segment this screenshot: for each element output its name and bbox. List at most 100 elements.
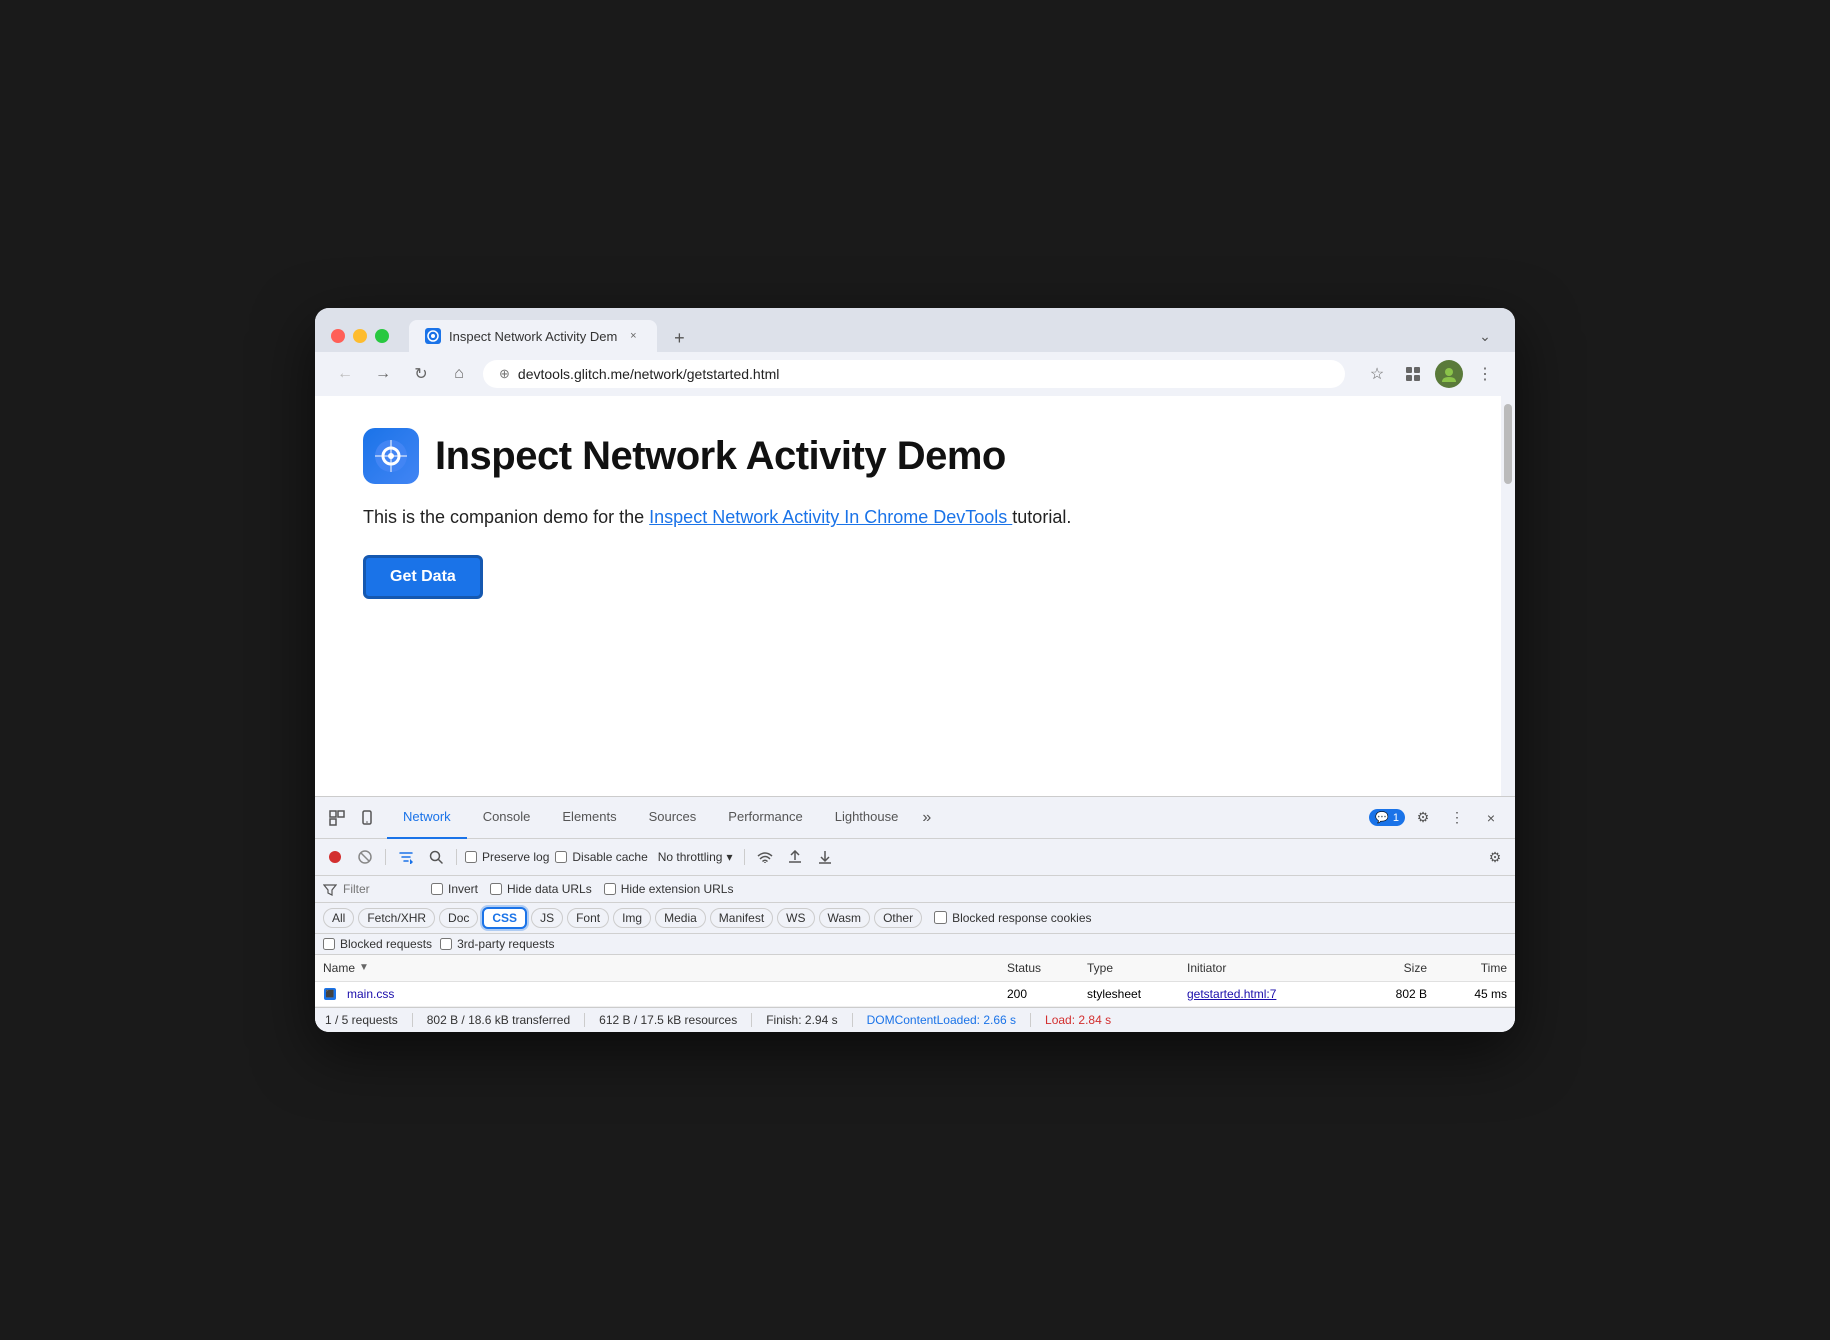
filter-input-area bbox=[323, 881, 423, 897]
col-header-initiator[interactable]: Initiator bbox=[1187, 961, 1347, 975]
blocked-requests-checkbox[interactable]: Blocked requests bbox=[323, 937, 432, 951]
wifi-icon-btn[interactable] bbox=[753, 845, 777, 869]
content-area: Inspect Network Activity Demo This is th… bbox=[315, 396, 1515, 796]
browser-window: Inspect Network Activity Dem × + ⌄ ← → ↻… bbox=[315, 308, 1515, 1032]
col-header-status[interactable]: Status bbox=[1007, 961, 1087, 975]
table-row[interactable]: ⬛ main.css 200 stylesheet getstarted.htm… bbox=[315, 982, 1515, 1007]
url-text: devtools.glitch.me/network/getstarted.ht… bbox=[518, 366, 1329, 382]
active-tab[interactable]: Inspect Network Activity Dem × bbox=[409, 320, 657, 352]
tab-lighthouse[interactable]: Lighthouse bbox=[819, 797, 915, 839]
tab-sources[interactable]: Sources bbox=[633, 797, 713, 839]
site-icon bbox=[363, 428, 419, 484]
status-load: Load: 2.84 s bbox=[1031, 1013, 1125, 1027]
third-party-requests-checkbox[interactable]: 3rd-party requests bbox=[440, 937, 554, 951]
record-btn[interactable] bbox=[323, 845, 347, 869]
search-btn[interactable] bbox=[424, 845, 448, 869]
back-btn[interactable]: ← bbox=[331, 360, 359, 388]
profile-avatar[interactable] bbox=[1435, 360, 1463, 388]
filter-funnel-icon bbox=[323, 881, 337, 897]
forward-btn[interactable]: → bbox=[369, 360, 397, 388]
col-header-name[interactable]: Name ▼ bbox=[323, 961, 1007, 975]
filter-js[interactable]: JS bbox=[531, 908, 563, 928]
scrollbar-thumb[interactable] bbox=[1504, 404, 1512, 484]
col-header-size[interactable]: Size bbox=[1347, 961, 1427, 975]
scrollbar[interactable] bbox=[1501, 396, 1515, 796]
download-btn[interactable] bbox=[813, 845, 837, 869]
disable-cache-checkbox[interactable]: Disable cache bbox=[555, 850, 647, 864]
devtools-panel: Network Console Elements Sources Perform… bbox=[315, 796, 1515, 1032]
row-type: stylesheet bbox=[1087, 987, 1187, 1001]
filter-toggle-btn[interactable] bbox=[394, 845, 418, 869]
devtools-more-btn[interactable]: ⋮ bbox=[1443, 804, 1471, 832]
filter-all[interactable]: All bbox=[323, 908, 354, 928]
devtools-close-btn[interactable]: × bbox=[1477, 804, 1505, 832]
get-data-button[interactable]: Get Data bbox=[363, 555, 483, 599]
clear-btn[interactable] bbox=[353, 845, 377, 869]
devtools-settings-btn[interactable]: ⚙ bbox=[1409, 804, 1437, 832]
filter-media[interactable]: Media bbox=[655, 908, 706, 928]
device-toolbar-btn[interactable] bbox=[353, 804, 381, 832]
blocked-response-cookies-checkbox[interactable]: Blocked response cookies bbox=[934, 911, 1091, 925]
tab-dropdown-btn[interactable]: ⌄ bbox=[1471, 322, 1499, 350]
filter-other[interactable]: Other bbox=[874, 908, 922, 928]
bookmark-btn[interactable]: ☆ bbox=[1363, 360, 1391, 388]
tab-console[interactable]: Console bbox=[467, 797, 547, 839]
filter-doc[interactable]: Doc bbox=[439, 908, 478, 928]
upload-btn[interactable] bbox=[783, 845, 807, 869]
throttle-select[interactable]: No throttling ▾ bbox=[654, 848, 737, 866]
third-party-row: Blocked requests 3rd-party requests bbox=[315, 934, 1515, 955]
filter-fetch-xhr[interactable]: Fetch/XHR bbox=[358, 908, 435, 928]
page-description: This is the companion demo for the Inspe… bbox=[363, 504, 1453, 531]
row-size: 802 B bbox=[1347, 987, 1427, 1001]
tab-elements[interactable]: Elements bbox=[546, 797, 632, 839]
url-bar[interactable]: ⊕ devtools.glitch.me/network/getstarted.… bbox=[483, 360, 1345, 388]
status-transferred: 802 B / 18.6 kB transferred bbox=[413, 1013, 585, 1027]
extensions-btn[interactable] bbox=[1399, 360, 1427, 388]
maximize-traffic-light[interactable] bbox=[375, 329, 389, 343]
tab-favicon bbox=[425, 328, 441, 344]
throttle-dropdown-icon: ▾ bbox=[726, 850, 732, 864]
filter-input[interactable] bbox=[343, 882, 423, 896]
notification-badge: 💬 1 bbox=[1369, 809, 1405, 826]
status-requests: 1 / 5 requests bbox=[325, 1013, 413, 1027]
close-traffic-light[interactable] bbox=[331, 329, 345, 343]
address-actions: ☆ ⋮ bbox=[1363, 360, 1499, 388]
tab-performance[interactable]: Performance bbox=[712, 797, 818, 839]
filter-manifest[interactable]: Manifest bbox=[710, 908, 773, 928]
filter-ws[interactable]: WS bbox=[777, 908, 814, 928]
sort-icon: ▼ bbox=[359, 962, 369, 973]
tab-title: Inspect Network Activity Dem bbox=[449, 329, 617, 344]
filter-bar: Invert Hide data URLs Hide extension URL… bbox=[315, 876, 1515, 903]
row-initiator[interactable]: getstarted.html:7 bbox=[1187, 987, 1347, 1001]
inspect-element-btn[interactable] bbox=[323, 804, 351, 832]
hide-extension-urls-checkbox[interactable]: Hide extension URLs bbox=[604, 882, 734, 896]
filter-img[interactable]: Img bbox=[613, 908, 651, 928]
filter-css[interactable]: CSS bbox=[482, 907, 527, 929]
more-tabs-btn[interactable]: » bbox=[914, 797, 939, 839]
status-dom-loaded: DOMContentLoaded: 2.66 s bbox=[853, 1013, 1031, 1027]
toolbar-separator-1 bbox=[385, 849, 386, 865]
css-file-icon: ⬛ bbox=[323, 987, 337, 1001]
devtools-toolbar: Preserve log Disable cache No throttling… bbox=[315, 839, 1515, 876]
invert-checkbox[interactable]: Invert bbox=[431, 882, 478, 896]
filter-font[interactable]: Font bbox=[567, 908, 609, 928]
hide-data-urls-checkbox[interactable]: Hide data URLs bbox=[490, 882, 592, 896]
tab-close-btn[interactable]: × bbox=[625, 328, 641, 344]
preserve-log-checkbox[interactable]: Preserve log bbox=[465, 850, 549, 864]
minimize-traffic-light[interactable] bbox=[353, 329, 367, 343]
home-btn[interactable]: ⌂ bbox=[445, 360, 473, 388]
devtools-tabs: Network Console Elements Sources Perform… bbox=[387, 797, 1369, 839]
tab-network[interactable]: Network bbox=[387, 797, 467, 839]
new-tab-btn[interactable]: + bbox=[665, 324, 693, 352]
status-finish: Finish: 2.94 s bbox=[752, 1013, 852, 1027]
status-resources: 612 B / 17.5 kB resources bbox=[585, 1013, 752, 1027]
col-header-type[interactable]: Type bbox=[1087, 961, 1187, 975]
network-settings-btn[interactable]: ⚙ bbox=[1483, 845, 1507, 869]
refresh-btn[interactable]: ↻ bbox=[407, 360, 435, 388]
resource-filters: All Fetch/XHR Doc CSS JS Font Img Media … bbox=[315, 903, 1515, 934]
col-header-time[interactable]: Time bbox=[1427, 961, 1507, 975]
filter-wasm[interactable]: Wasm bbox=[819, 908, 871, 928]
devtools-topbar: Network Console Elements Sources Perform… bbox=[315, 797, 1515, 839]
devtools-link[interactable]: Inspect Network Activity In Chrome DevTo… bbox=[649, 507, 1012, 527]
chrome-menu-btn[interactable]: ⋮ bbox=[1471, 360, 1499, 388]
